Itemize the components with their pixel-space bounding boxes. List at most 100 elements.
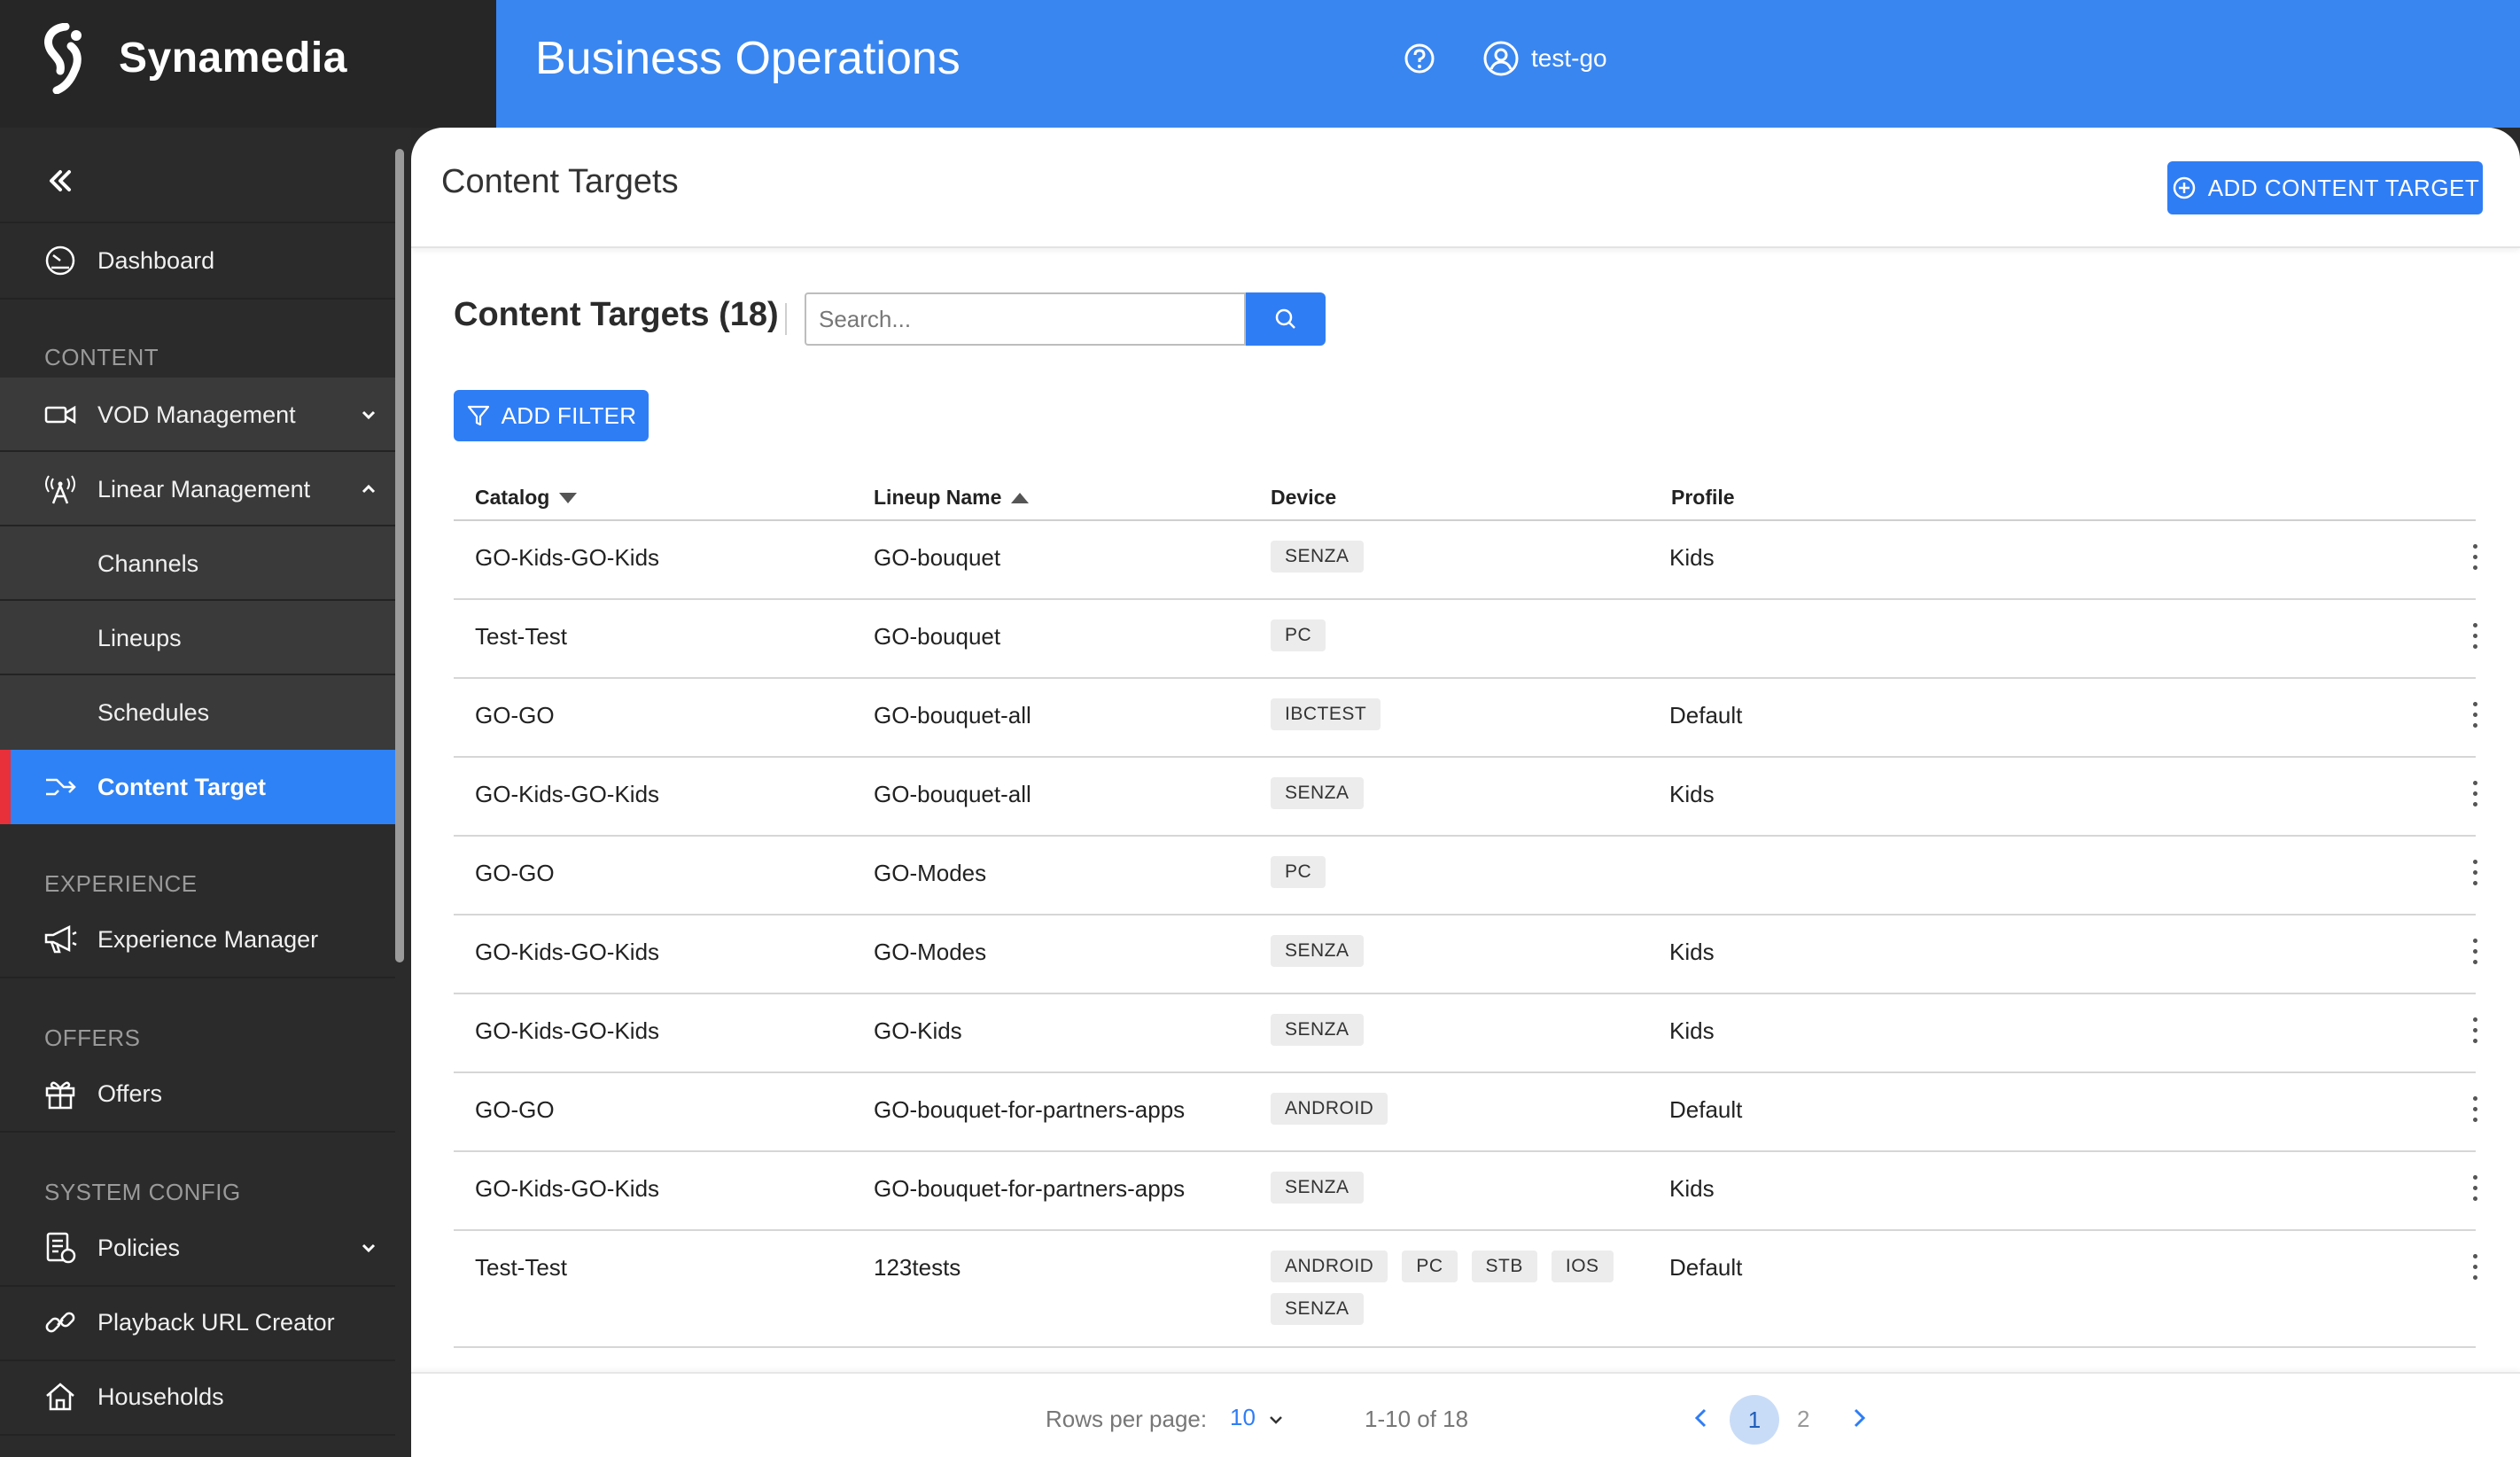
user-name[interactable]: test-go [1531, 44, 1607, 73]
column-header-device[interactable]: Device [1271, 486, 1336, 510]
table-row[interactable]: Test-Test GO-bouquet PC [454, 600, 2479, 679]
table-row[interactable]: Test-Test 123tests ANDROID PC STB IOS SE… [454, 1231, 2479, 1348]
table-row[interactable]: GO-GO GO-Modes PC [454, 837, 2479, 915]
sidebar-item-channels[interactable]: Channels [0, 526, 395, 601]
link-icon [45, 1312, 75, 1333]
section-content: CONTENT [44, 344, 159, 370]
table-row[interactable]: GO-GO GO-bouquet-for-partners-apps ANDRO… [454, 1073, 2479, 1152]
sidebar-item-label: Households [97, 1383, 224, 1410]
catalog-cell: GO-GO [475, 1096, 555, 1123]
chevron-down-icon[interactable] [1267, 1411, 1285, 1429]
gift-icon [45, 1081, 75, 1110]
lineup-cell: GO-bouquet-all [874, 702, 1031, 728]
table-row[interactable]: GO-Kids-GO-Kids GO-bouquet-for-partners-… [454, 1152, 2479, 1231]
row-menu-icon[interactable] [2470, 544, 2479, 574]
catalog-cell: GO-GO [475, 702, 555, 728]
row-menu-icon[interactable] [2470, 1017, 2479, 1048]
sidebar-item-content-target[interactable]: Content Target [0, 750, 395, 824]
row-menu-icon[interactable] [2470, 1254, 2479, 1284]
device-chip: PC [1271, 856, 1326, 888]
page-button-2[interactable]: 2 [1797, 1406, 1809, 1433]
row-menu-icon[interactable] [2470, 623, 2479, 653]
search-input[interactable] [805, 292, 1246, 346]
row-menu-icon[interactable] [2470, 939, 2479, 969]
column-header-label: Lineup Name [874, 486, 1002, 509]
device-chip: SENZA [1271, 777, 1364, 809]
catalog-cell: GO-GO [475, 860, 555, 886]
device-cell: SENZA [1271, 541, 1643, 573]
column-header-profile[interactable]: Profile [1671, 486, 1735, 510]
sidebar-item-lineups[interactable]: Lineups [0, 601, 395, 675]
add-content-target-button[interactable]: ADD CONTENT TARGET [2167, 161, 2483, 214]
row-menu-icon[interactable] [2470, 1096, 2479, 1126]
row-menu-icon[interactable] [2470, 860, 2479, 890]
device-chip: SENZA [1271, 935, 1364, 967]
main-panel: Content Targets ADD CONTENT TARGET Conte… [411, 128, 2520, 1457]
device-cell: ANDROID [1271, 1093, 1643, 1125]
row-menu-icon[interactable] [2470, 702, 2479, 732]
row-menu-icon[interactable] [2470, 781, 2479, 811]
sidebar-item-schedules[interactable]: Schedules [0, 675, 395, 750]
device-chip: STB [1471, 1251, 1537, 1282]
branch-arrow-icon [46, 778, 76, 796]
add-filter-button[interactable]: ADD FILTER [454, 390, 649, 441]
device-cell: SENZA [1271, 1172, 1643, 1204]
sidebar-item-linear[interactable]: Linear Management [0, 452, 395, 526]
list-title: Content Targets (18) [454, 296, 779, 333]
collapse-sidebar-icon[interactable] [43, 163, 78, 199]
row-menu-icon[interactable] [2470, 1175, 2479, 1205]
search-button[interactable] [1246, 292, 1326, 346]
sidebar-item-playback-url-creator[interactable]: Playback URL Creator [0, 1285, 395, 1360]
table-row[interactable]: GO-Kids-GO-Kids GO-bouquet SENZA Kids [454, 521, 2479, 600]
content-targets-table: Catalog Lineup Name Device Profile GO-Ki… [454, 475, 2479, 1348]
sidebar-item-vod[interactable]: VOD Management [0, 378, 395, 452]
device-chip: ANDROID [1271, 1093, 1388, 1125]
catalog-cell: GO-Kids-GO-Kids [475, 939, 660, 965]
video-camera-icon [44, 405, 76, 425]
lineup-cell: GO-bouquet [874, 623, 1001, 650]
synamedia-logo-icon [44, 23, 82, 94]
brand-logo[interactable]: Synamedia [0, 0, 496, 128]
sidebar-item-dashboard[interactable]: Dashboard [0, 223, 395, 298]
column-header-label: Device [1271, 486, 1337, 509]
lineup-cell: GO-bouquet-for-partners-apps [874, 1175, 1186, 1202]
user-avatar-icon[interactable] [1482, 39, 1521, 78]
column-header-catalog[interactable]: Catalog [475, 486, 578, 510]
sidebar-scrollbar[interactable] [395, 149, 404, 962]
chevron-right-icon[interactable] [1847, 1406, 1871, 1430]
policy-document-icon [46, 1232, 76, 1264]
device-cell: PC [1271, 856, 1643, 888]
table-row[interactable]: GO-Kids-GO-Kids GO-Kids SENZA Kids [454, 994, 2479, 1073]
device-chip: PC [1271, 619, 1326, 651]
sidebar-item-label: Linear Management [97, 475, 311, 503]
add-filter-label: ADD FILTER [501, 401, 637, 429]
chevron-left-icon[interactable] [1689, 1406, 1714, 1430]
sidebar-item-households[interactable]: Households [0, 1360, 395, 1434]
sidebar-item-experience-manager[interactable]: Experience Manager [0, 902, 395, 977]
help-icon[interactable] [1402, 41, 1437, 76]
sidebar-item-label: Dashboard [97, 246, 215, 274]
sidebar-item-label: Channels [97, 549, 199, 577]
table-row[interactable]: GO-Kids-GO-Kids GO-bouquet-all SENZA Kid… [454, 758, 2479, 837]
table-row[interactable]: GO-GO GO-bouquet-all IBCTEST Default [454, 679, 2479, 758]
sidebar-item-offers[interactable]: Offers [0, 1056, 395, 1131]
sidebar: Synamedia Dashboard CONTENT VOD Manageme… [0, 0, 496, 1457]
section-offers: OFFERS [44, 1025, 141, 1051]
column-header-lineup-name[interactable]: Lineup Name [874, 486, 1030, 510]
filter-icon [467, 405, 489, 426]
rows-per-page-select[interactable]: 10 [1230, 1404, 1256, 1431]
sidebar-item-label: Schedules [97, 698, 210, 726]
device-chip: SENZA [1271, 541, 1364, 573]
table-row[interactable]: GO-Kids-GO-Kids GO-Modes SENZA Kids [454, 915, 2479, 994]
table-header: Catalog Lineup Name Device Profile [454, 475, 2476, 521]
title-divider [785, 303, 787, 335]
antenna-broadcast-icon [45, 475, 75, 504]
top-header: Business Operations test-go [496, 0, 2520, 128]
lineup-cell: GO-bouquet-all [874, 781, 1031, 807]
catalog-cell: GO-Kids-GO-Kids [475, 1175, 660, 1202]
profile-cell: Kids [1669, 781, 1715, 807]
device-cell: SENZA [1271, 777, 1643, 809]
page-button-1[interactable]: 1 [1730, 1395, 1779, 1445]
device-chip: SENZA [1271, 1172, 1364, 1204]
sidebar-item-policies[interactable]: Policies [0, 1211, 395, 1285]
